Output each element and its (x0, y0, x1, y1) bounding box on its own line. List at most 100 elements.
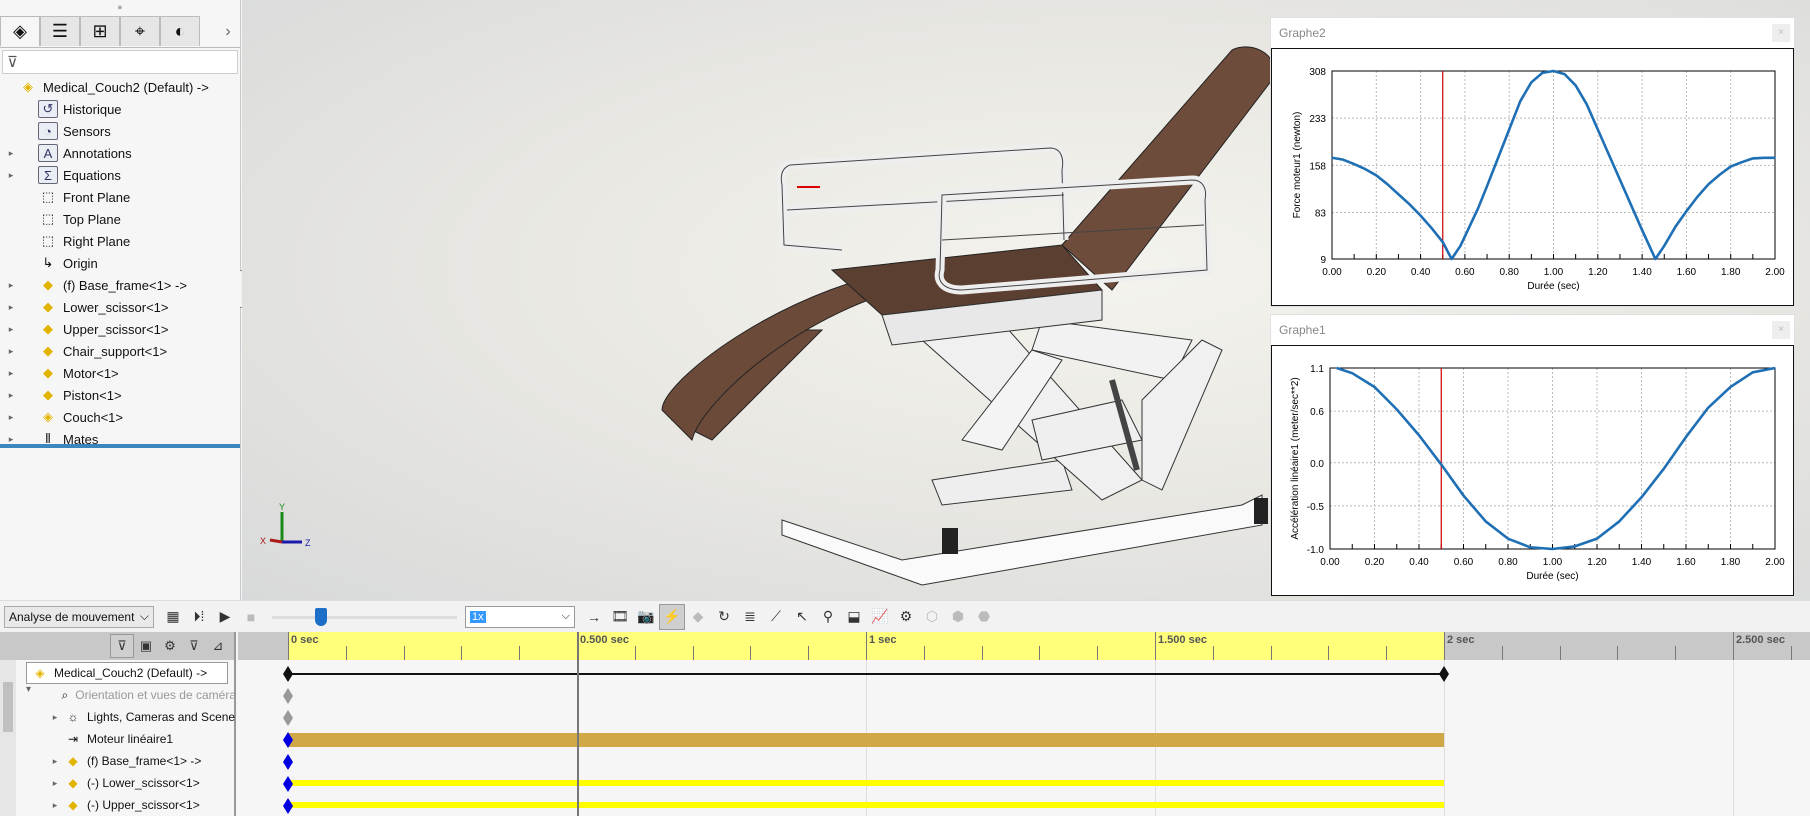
calculate-button[interactable]: ▦ (160, 604, 186, 630)
tab-appearance[interactable]: ◐ (160, 16, 200, 46)
tab-property-manager[interactable]: ☰ (40, 16, 80, 46)
tree-item[interactable]: ▸ ◆ Upper_scissor<1> (0, 318, 240, 340)
tree-item[interactable]: ▸ ◆ Chair_support<1> (0, 340, 240, 362)
simulation-button[interactable]: ⬣ (971, 604, 997, 630)
motor-timeline-bar[interactable] (288, 733, 1444, 747)
filter-driving-button[interactable]: ▣ (134, 634, 158, 658)
expand-arrow-icon[interactable]: ▸ (48, 800, 62, 811)
expand-arrow-icon[interactable]: ▸ (4, 280, 18, 291)
tree-item[interactable]: ▸ ◆ Piston<1> (0, 384, 240, 406)
playback-mode-button[interactable]: → (581, 604, 607, 630)
filter-selected-button[interactable]: ⚙ (158, 634, 182, 658)
motion-study-toolbar: Analyse de mouvement ⌵ ▦ ⏵⁞ ▶ ■ 1x ⌵ → 🎞 📷 ⚡ ◆ ↻ ≣ ⟋… (0, 600, 1810, 632)
timeline-ruler[interactable]: 0 sec 0.500 sec 1 sec 1.500 sec 2 sec 2.500 s… (238, 632, 1810, 660)
playback-speed-select[interactable]: 1x ⌵ (465, 605, 575, 628)
tree-item[interactable]: ◔ Sensors (0, 120, 240, 142)
expand-arrow-icon[interactable]: ▸ (48, 712, 62, 723)
assembly-timeline-bar[interactable] (288, 673, 1444, 675)
motion-tree-item[interactable]: ▸ ◆ (f) Base_frame<1> -> (0, 750, 236, 772)
component-timeline-bar[interactable] (288, 780, 1444, 786)
tree-filter[interactable]: ⊽ (2, 50, 238, 74)
expand-arrow-icon[interactable]: ▸ (4, 434, 18, 445)
expand-arrow-icon[interactable]: ▸ (4, 412, 18, 423)
keyframe-marker[interactable] (283, 688, 293, 704)
save-animation-button[interactable]: 🎞 (607, 604, 633, 630)
tree-item[interactable]: ▸ ◈ Couch<1> (0, 406, 240, 428)
autokey-button[interactable]: ⚡ (659, 603, 685, 630)
timeline-panel[interactable]: 0 sec 0.500 sec 1 sec 1.500 sec 2 sec 2.500 s… (238, 632, 1810, 816)
play-from-start-button[interactable]: ⏵⁞ (186, 604, 212, 630)
tree-item[interactable]: ▸ ◆ (f) Base_frame<1> -> (0, 274, 240, 296)
gravity-button[interactable]: ⬓ (841, 604, 867, 630)
keyframe-marker[interactable] (283, 754, 293, 770)
stop-button[interactable]: ■ (238, 604, 264, 630)
results-plots-button[interactable]: 📈 (867, 604, 893, 630)
panel-splitter[interactable] (0, 444, 240, 448)
component-timeline-bar[interactable] (288, 802, 1444, 808)
play-button[interactable]: ▶ (212, 604, 238, 630)
close-icon[interactable]: × (1772, 24, 1790, 42)
contact-button[interactable]: ⚲ (815, 604, 841, 630)
tree-item[interactable]: ↳ Origin (0, 252, 240, 274)
close-icon[interactable]: × (1772, 321, 1790, 339)
expand-arrow-icon[interactable]: ▸ (4, 148, 18, 159)
tab-configuration-manager[interactable]: ⊞ (80, 16, 120, 46)
slider-thumb[interactable] (315, 607, 328, 626)
couch-3d-model[interactable]: Y Z X (242, 0, 1282, 600)
graph-window-graphe2[interactable]: Graphe2 × 0.00 0.20 0.40 0.60 0.80 1.00 1.20 1.4… (1270, 17, 1795, 307)
expand-arrow-icon[interactable]: ▸ (4, 368, 18, 379)
playback-slider[interactable] (272, 606, 457, 628)
tree-item[interactable]: ⬚ Front Plane (0, 186, 240, 208)
collapse-button[interactable]: ⬡ (919, 604, 945, 630)
expand-arrow-icon[interactable]: ▸ (4, 302, 18, 313)
equations-folder-icon: Σ (38, 166, 58, 184)
timeline-playhead[interactable] (577, 632, 579, 816)
panel-grip[interactable]: ● (0, 0, 240, 14)
expand-arrow-icon[interactable]: ▸ (48, 756, 62, 767)
damper-button[interactable]: ⟋ (763, 604, 789, 630)
expand-button[interactable]: ⬢ (945, 604, 971, 630)
add-key-button[interactable]: ◆ (685, 604, 711, 630)
tree-item[interactable]: ▸ A Annotations (0, 142, 240, 164)
graph-title[interactable]: Graphe1 × (1271, 315, 1794, 345)
chevron-down-icon[interactable]: ▾ (26, 684, 31, 695)
keyframe-marker[interactable] (283, 776, 293, 792)
keyframe-marker[interactable] (283, 798, 293, 814)
tab-feature-manager[interactable]: ◈ (0, 16, 40, 46)
expand-arrow-icon[interactable]: ▸ (4, 346, 18, 357)
tab-dimxpert[interactable]: ⌖ (120, 16, 160, 46)
tree-item[interactable]: ⬚ Right Plane (0, 230, 240, 252)
expand-arrow-icon[interactable]: ▸ (4, 324, 18, 335)
spring-button[interactable]: ≣ (737, 604, 763, 630)
graph-title[interactable]: Graphe2 × (1271, 18, 1794, 48)
ruler-tick (1501, 646, 1503, 660)
chevron-right-icon[interactable]: › (216, 16, 240, 47)
keyframe-marker[interactable] (283, 666, 293, 682)
tree-item[interactable]: ⬚ Top Plane (0, 208, 240, 230)
expand-arrow-icon[interactable]: ▸ (4, 390, 18, 401)
filter-plots-button[interactable]: ⊿ (206, 634, 230, 658)
motor-button[interactable]: ↻ (711, 604, 737, 630)
study-type-select[interactable]: Analyse de mouvement ⌵ (4, 605, 154, 628)
motion-tree-item[interactable]: ▸ ◆ (-) Lower_scissor<1> (0, 772, 236, 794)
keyframe-marker[interactable] (283, 710, 293, 726)
graph-window-graphe1[interactable]: Graphe1 × 0.00 0.20 0.40 0.60 0.80 1.00 1.20 1.4… (1270, 314, 1795, 597)
study-properties-button[interactable]: ⚙ (893, 604, 919, 630)
force-button[interactable]: ↖ (789, 604, 815, 630)
motion-tree-item[interactable]: ▸ ☼ Lights, Cameras and Scene (0, 706, 236, 728)
tree-item[interactable]: ◈ Medical_Couch2 (Default) -> (0, 76, 240, 98)
motion-tree-item[interactable]: ⌕ Orientation et vues de caméra (0, 684, 236, 706)
motion-tree-item[interactable]: ▸ ◆ (-) Upper_scissor<1> (0, 794, 236, 816)
animation-wizard-button[interactable]: 📷 (633, 604, 659, 630)
tree-item[interactable]: ▸ Σ Equations (0, 164, 240, 186)
expand-arrow-icon[interactable]: ▸ (4, 170, 18, 181)
tree-item[interactable]: ▸ ◆ Lower_scissor<1> (0, 296, 240, 318)
motion-tree-item[interactable]: ⇥ Moteur linéaire1 (0, 728, 236, 750)
motion-tree-item[interactable]: ◈ Medical_Couch2 (Default) -> (26, 662, 228, 684)
tree-item[interactable]: ▸ ◆ Motor<1> (0, 362, 240, 384)
keyframe-marker-end[interactable] (1439, 666, 1449, 682)
tree-item[interactable]: ↺ Historique (0, 98, 240, 120)
expand-arrow-icon[interactable]: ▸ (48, 778, 62, 789)
filter-animated-button[interactable]: ⊽ (110, 634, 134, 658)
filter-results-button[interactable]: ⊽ (182, 634, 206, 658)
